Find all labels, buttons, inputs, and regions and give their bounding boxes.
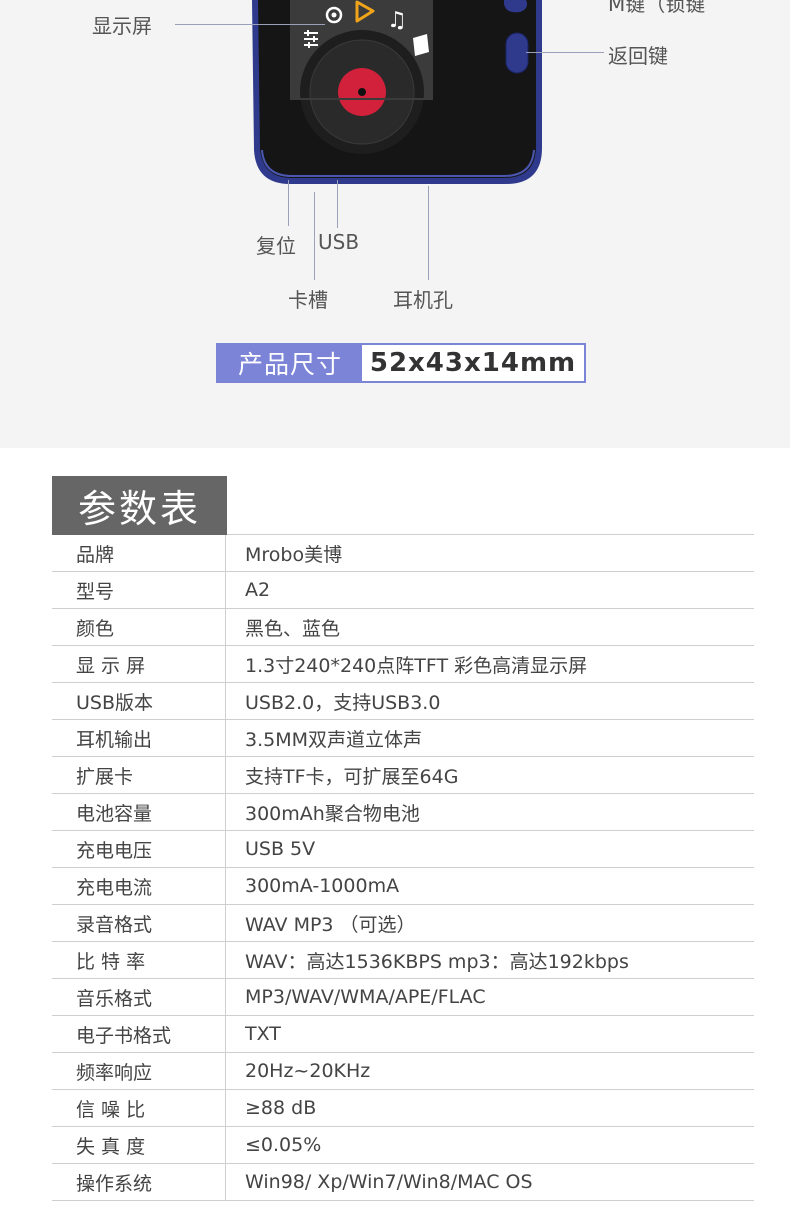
spec-key: 耳机输出	[52, 720, 226, 756]
table-row: 显 示 屏 1.3寸240*240点阵TFT 彩色高清显示屏	[52, 646, 754, 683]
spec-value: 300mAh聚合物电池	[245, 802, 420, 825]
spec-value: 黑色、蓝色	[245, 617, 341, 640]
callout-reset: 复位	[256, 234, 296, 258]
spec-key: 电池容量	[52, 794, 226, 830]
spec-key: 扩展卡	[52, 757, 226, 793]
spec-value: ≤0.05%	[245, 1134, 322, 1156]
spec-value: TXT	[245, 1023, 281, 1045]
table-row: 型号 A2	[52, 572, 754, 609]
table-row: 电子书格式 TXT	[52, 1016, 754, 1053]
spec-value: MP3/WAV/WMA/APE/FLAC	[245, 986, 486, 1008]
table-row: 音乐格式 MP3/WAV/WMA/APE/FLAC	[52, 979, 754, 1016]
spec-value: USB 5V	[245, 838, 316, 860]
spec-key: 显 示 屏	[52, 646, 226, 682]
spec-value: 支持TF卡，可扩展至64G	[245, 765, 459, 788]
table-row: 录音格式 WAV MP3 （可选）	[52, 905, 754, 942]
callout-headphone: 耳机孔	[393, 288, 453, 312]
spec-key: 颜色	[52, 609, 226, 645]
spec-key: 充电电压	[52, 831, 226, 867]
spec-key: 信 噪 比	[52, 1090, 226, 1126]
callout-usb: USB	[318, 230, 360, 254]
spec-value: Win98/ Xp/Win7/Win8/MAC OS	[245, 1171, 533, 1193]
spec-table-title: 参数表	[52, 476, 227, 535]
equalizer-icon	[304, 30, 318, 48]
table-row: 充电电压 USB 5V	[52, 831, 754, 868]
spec-key: 音乐格式	[52, 979, 226, 1015]
callout-card-slot: 卡槽	[288, 288, 328, 312]
table-row: 颜色 黑色、蓝色	[52, 609, 754, 646]
spec-key: 比 特 率	[52, 942, 226, 978]
spec-value: 300mA-1000mA	[245, 875, 400, 897]
product-size-box: 产品尺寸 52x43x14mm	[216, 343, 586, 383]
spec-value: 3.5MM双声道立体声	[245, 728, 423, 751]
table-row: USB版本 USB2.0，支持USB3.0	[52, 683, 754, 720]
table-row: 信 噪 比 ≥88 dB	[52, 1090, 754, 1127]
spec-value: WAV MP3 （可选）	[245, 913, 416, 936]
callout-display: 显示屏	[92, 14, 152, 38]
back-key-shape	[505, 32, 529, 74]
spec-value: ≥88 dB	[245, 1097, 317, 1119]
table-row: 操作系统 Win98/ Xp/Win7/Win8/MAC OS	[52, 1164, 754, 1201]
table-row: 扩展卡 支持TF卡，可扩展至64G	[52, 757, 754, 794]
table-row: 电池容量 300mAh聚合物电池	[52, 794, 754, 831]
spec-key: 品牌	[52, 535, 226, 571]
callout-back-key: 返回键	[608, 44, 668, 68]
spec-key: 型号	[52, 572, 226, 608]
spec-key: 电子书格式	[52, 1016, 226, 1052]
table-row: 耳机输出 3.5MM双声道立体声	[52, 720, 754, 757]
size-value: 52x43x14mm	[369, 348, 577, 378]
spec-value: 1.3寸240*240点阵TFT 彩色高清显示屏	[245, 654, 588, 677]
table-row: 品牌 Mrobo美博	[52, 535, 754, 572]
spec-value: A2	[245, 579, 271, 601]
spec-value: USB2.0，支持USB3.0	[245, 691, 441, 714]
table-row: 充电电流 300mA-1000mA	[52, 868, 754, 905]
size-label: 产品尺寸	[218, 345, 362, 381]
music-note-icon: ♫	[387, 8, 407, 33]
spec-table: 品牌 Mrobo美博 型号 A2 颜色 黑色、蓝色显 示 屏 1.3寸240*240点阵TF…	[52, 535, 754, 1201]
spec-key: 录音格式	[52, 905, 226, 941]
spec-value: Mrobo美博	[245, 543, 343, 566]
table-row: 失 真 度 ≤0.05%	[52, 1127, 754, 1164]
spec-value: 20Hz~20KHz	[245, 1060, 371, 1082]
spec-key: 充电电流	[52, 868, 226, 904]
spec-key: 频率响应	[52, 1053, 226, 1089]
spec-key: 失 真 度	[52, 1127, 226, 1163]
table-row: 频率响应 20Hz~20KHz	[52, 1053, 754, 1090]
callout-m-key: M键（锁键	[608, 0, 706, 16]
spec-value: WAV：高达1536KBPS mp3：高达192kbps	[245, 950, 629, 973]
spec-key: USB版本	[52, 683, 226, 719]
table-row: 比 特 率 WAV：高达1536KBPS mp3：高达192kbps	[52, 942, 754, 979]
product-section: ♫ 显示屏 M键（锁键 返回键 复位 USB 卡槽 耳机孔 产品尺寸 52x43…	[0, 0, 790, 448]
spec-key: 操作系统	[52, 1164, 226, 1200]
